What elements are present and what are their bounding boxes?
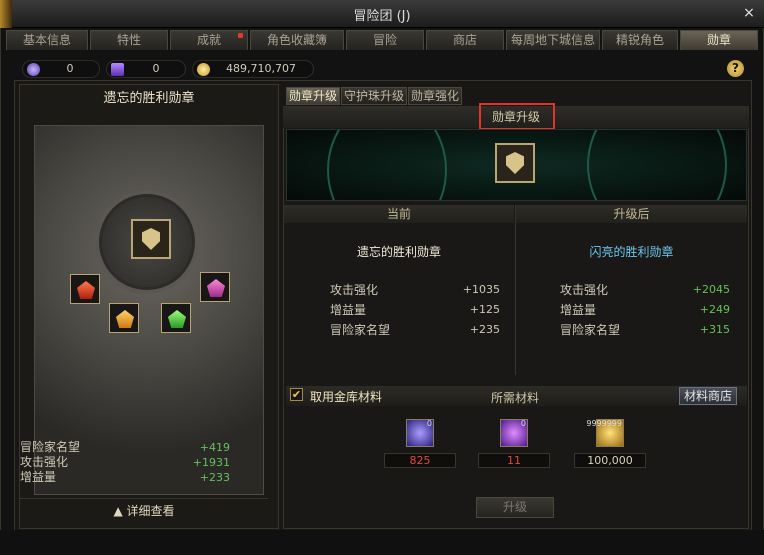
purple-gem-icon (207, 279, 225, 297)
after-header: 升级后 (516, 205, 747, 223)
tab-elite-characters[interactable]: 精锐角色 (602, 30, 678, 50)
stat-row: 增益量 +233 (20, 470, 230, 484)
material-required-value: 100,000 (574, 453, 646, 468)
sub-tabs: 勋章升级 守护珠升级 勋章强化 (286, 87, 463, 105)
medal-shield-icon (495, 143, 535, 183)
medal-shield-icon[interactable] (131, 219, 171, 259)
tab-achievements[interactable]: 成就 (170, 30, 248, 50)
after-stats: 攻击强化 +2045 增益量 +249 冒险家名望 +315 (560, 280, 730, 340)
red-gem-icon (77, 281, 95, 299)
gold-currency: 489,710,707 (192, 60, 314, 78)
gem-socket-purple[interactable] (200, 272, 230, 302)
stat-row: 攻击强化 +2045 (560, 283, 730, 297)
detail-view-button[interactable]: ▲ 详细查看 (20, 498, 268, 523)
stat-row: 冒险家名望 +419 (20, 440, 230, 454)
subtab-medal-enhance[interactable]: 勋章强化 (408, 87, 463, 105)
gem-currency: 0 (22, 60, 100, 78)
material-shop-button[interactable]: 材料商店 (679, 387, 737, 405)
tab-character-collection[interactable]: 角色收藏簿 (250, 30, 344, 50)
title-highlight-box (479, 103, 555, 130)
stat-row: 增益量 +249 (560, 303, 730, 317)
tab-shop[interactable]: 商店 (426, 30, 504, 50)
tab-medals[interactable]: 勋章 (680, 30, 758, 50)
purple-gem-icon (27, 63, 40, 76)
column-divider (515, 205, 516, 375)
material-required-value: 825 (384, 453, 456, 468)
close-icon[interactable]: × (740, 4, 758, 22)
purple-orb-icon[interactable]: 0 (406, 419, 434, 447)
subtab-orb-upgrade[interactable]: 守护珠升级 (341, 87, 408, 105)
orange-gem-icon (116, 310, 134, 328)
use-vault-checkbox[interactable]: ✔ (290, 388, 303, 401)
stat-row: 增益量 +125 (330, 303, 500, 317)
current-medal-name: 遗忘的胜利勋章 (356, 245, 441, 259)
gem-socket-red[interactable] (70, 274, 100, 304)
materials-title: 所需材料 (490, 391, 539, 405)
tab-basic-info[interactable]: 基本信息 (6, 30, 88, 50)
current-stats: 攻击强化 +1035 增益量 +125 冒险家名望 +235 (330, 280, 500, 340)
gem-socket-green[interactable] (161, 303, 191, 333)
alert-badge (238, 33, 243, 38)
scene-gear (327, 130, 447, 200)
cube-currency: 0 (106, 60, 186, 78)
after-medal-name: 闪亮的胜利勋章 (589, 245, 674, 259)
tab-adventure[interactable]: 冒险 (346, 30, 424, 50)
purple-cube-icon[interactable]: 0 (500, 419, 528, 447)
stat-row: 攻击强化 +1931 (20, 455, 230, 469)
scene-gear (587, 130, 727, 200)
material-required-value: 11 (478, 453, 550, 468)
total-stats-list: 冒险家名望 +419 攻击强化 +1931 增益量 +233 (20, 440, 260, 485)
subtab-medal-upgrade[interactable]: 勋章升级 (286, 87, 341, 105)
gem-socket-orange[interactable] (109, 303, 139, 333)
tab-traits[interactable]: 特性 (90, 30, 168, 50)
purple-cube-icon (111, 63, 124, 76)
window-title: 冒险团 (J) (353, 9, 411, 24)
bottom-bar (0, 530, 764, 555)
gold-coins-icon[interactable]: 9999999 (586, 419, 624, 447)
title-bar: 冒险团 (J) × (0, 0, 764, 28)
current-header: 当前 (284, 205, 514, 223)
upgrade-button[interactable]: 升级 (476, 497, 554, 518)
stat-row: 攻击强化 +1035 (330, 283, 500, 297)
stat-row: 冒险家名望 +315 (560, 323, 730, 337)
use-vault-label[interactable]: 取用金库材料 (310, 388, 382, 405)
stat-row: 冒险家名望 +235 (330, 323, 500, 337)
green-gem-icon (168, 310, 186, 328)
medal-title: 遗忘的胜利勋章 (103, 91, 195, 106)
main-tabs: 基本信息 特性 成就 角色收藏簿 冒险 商店 每周地下城信息 精锐角色 勋章 (6, 30, 758, 50)
tab-weekly-dungeon[interactable]: 每周地下城信息 (506, 30, 600, 50)
help-icon[interactable]: ? (727, 60, 744, 77)
